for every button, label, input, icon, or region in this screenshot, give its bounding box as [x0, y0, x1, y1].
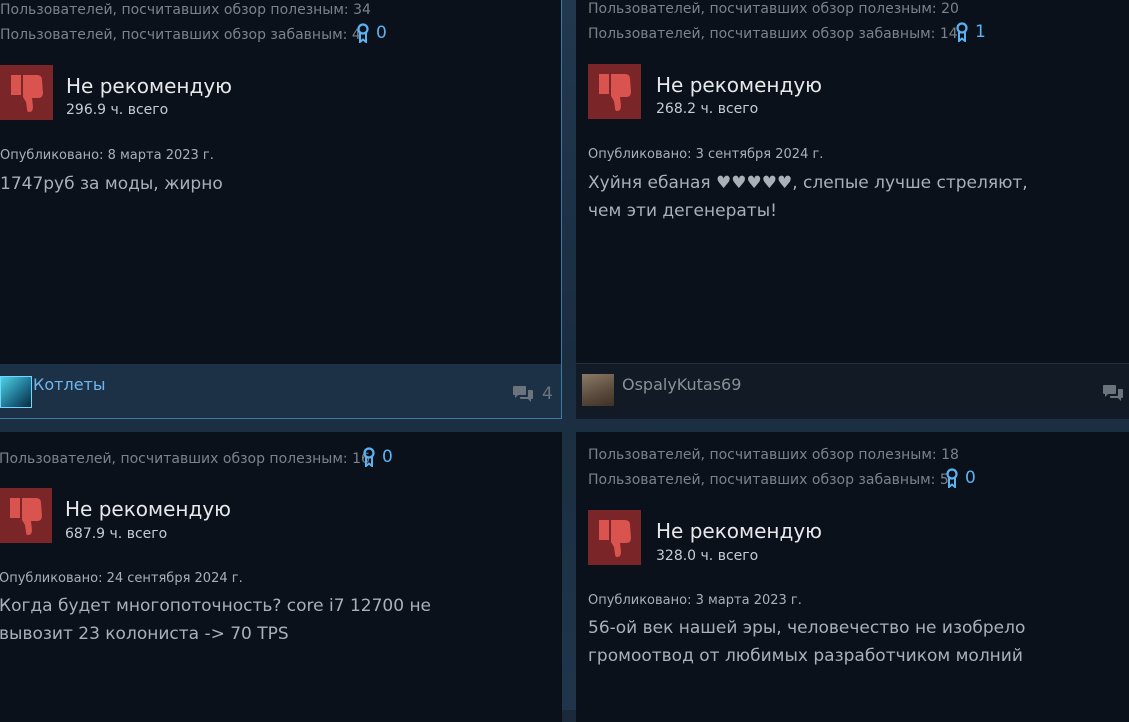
award-count: 1: [975, 22, 986, 42]
thumbs-down-icon: [598, 519, 631, 557]
award-ribbon-icon: [357, 23, 369, 43]
recommendation-title[interactable]: Не рекомендую: [656, 519, 822, 543]
award-count: 0: [382, 447, 393, 467]
hours-played: 268.2 ч. всего: [656, 101, 759, 117]
award-button[interactable]: 0: [356, 23, 387, 43]
award-ribbon-icon: [363, 447, 375, 467]
helpful-count: Пользователей, посчитавших обзор полезны…: [0, 2, 371, 18]
hours-played: 328.0 ч. всего: [656, 548, 759, 564]
thumbs-down-badge: [588, 510, 641, 565]
thumbs-down-badge: [0, 488, 52, 543]
review-card[interactable]: Пользователей, посчитавших обзор полезны…: [576, 432, 1129, 722]
posted-date: Опубликовано: 3 сентября 2024 г.: [588, 147, 824, 162]
review-card[interactable]: Пользователей, посчитавших обзор полезны…: [0, 432, 562, 722]
thumbs-down-icon: [9, 497, 42, 535]
review-text: 1747руб за моды, жирно: [0, 174, 223, 194]
recommendation-title[interactable]: Не рекомендую: [66, 74, 232, 98]
thumbs-down-badge: [588, 64, 641, 119]
award-count: 0: [376, 23, 387, 43]
review-card[interactable]: Пользователей, посчитавших обзор полезны…: [576, 0, 1129, 419]
funny-count: Пользователей, посчитавших обзор забавны…: [588, 26, 958, 42]
comments-icon: [1103, 385, 1123, 401]
posted-date: Опубликовано: 24 сентября 2024 г.: [0, 571, 243, 586]
review-text: Когда будет многопоточность? core i7 127…: [0, 596, 432, 644]
funny-count: Пользователей, посчитавших обзор забавны…: [588, 472, 949, 488]
comments-button[interactable]: 4: [512, 384, 553, 404]
helpful-count: Пользователей, посчитавших обзор полезны…: [0, 451, 370, 467]
award-ribbon-icon: [956, 22, 968, 42]
thumbs-down-badge: [0, 65, 53, 120]
comments-count: 4: [542, 384, 553, 404]
funny-count: Пользователей, посчитавших обзор забавны…: [0, 27, 361, 43]
author-name[interactable]: OspalyKutas69: [622, 375, 741, 394]
review-text: 56-ой век нашей эры, человечество не изо…: [588, 618, 1026, 666]
thumbs-down-icon: [598, 73, 631, 111]
thumbs-down-icon: [10, 74, 43, 112]
review-footer: OspalyKutas69: [576, 363, 1129, 419]
avatar[interactable]: [0, 376, 32, 408]
avatar[interactable]: [582, 374, 614, 406]
review-card[interactable]: Пользователей, посчитавших обзор полезны…: [0, 0, 562, 419]
author-name[interactable]: Котлеты: [33, 375, 106, 394]
posted-date: Опубликовано: 3 марта 2023 г.: [588, 593, 802, 608]
award-ribbon-icon: [946, 468, 958, 488]
hours-played: 296.9 ч. всего: [66, 102, 169, 118]
award-button[interactable]: 0: [945, 468, 976, 488]
recommendation-title[interactable]: Не рекомендую: [65, 497, 231, 521]
award-count: 0: [965, 468, 976, 488]
helpful-count: Пользователей, посчитавших обзор полезны…: [588, 447, 959, 463]
review-text: Хуйня ебаная ♥♥♥♥♥, слепые лучше стреляю…: [588, 173, 1028, 221]
review-footer: Котлеты 4: [0, 364, 561, 418]
posted-date: Опубликовано: 8 марта 2023 г.: [0, 148, 214, 163]
hours-played: 687.9 ч. всего: [65, 526, 168, 542]
comments-button[interactable]: [1102, 384, 1124, 402]
helpful-count: Пользователей, посчитавших обзор полезны…: [588, 1, 959, 17]
award-button[interactable]: 0: [362, 447, 393, 467]
comments-icon: [513, 386, 533, 402]
recommendation-title[interactable]: Не рекомендую: [656, 73, 822, 97]
award-button[interactable]: 1: [955, 22, 986, 42]
